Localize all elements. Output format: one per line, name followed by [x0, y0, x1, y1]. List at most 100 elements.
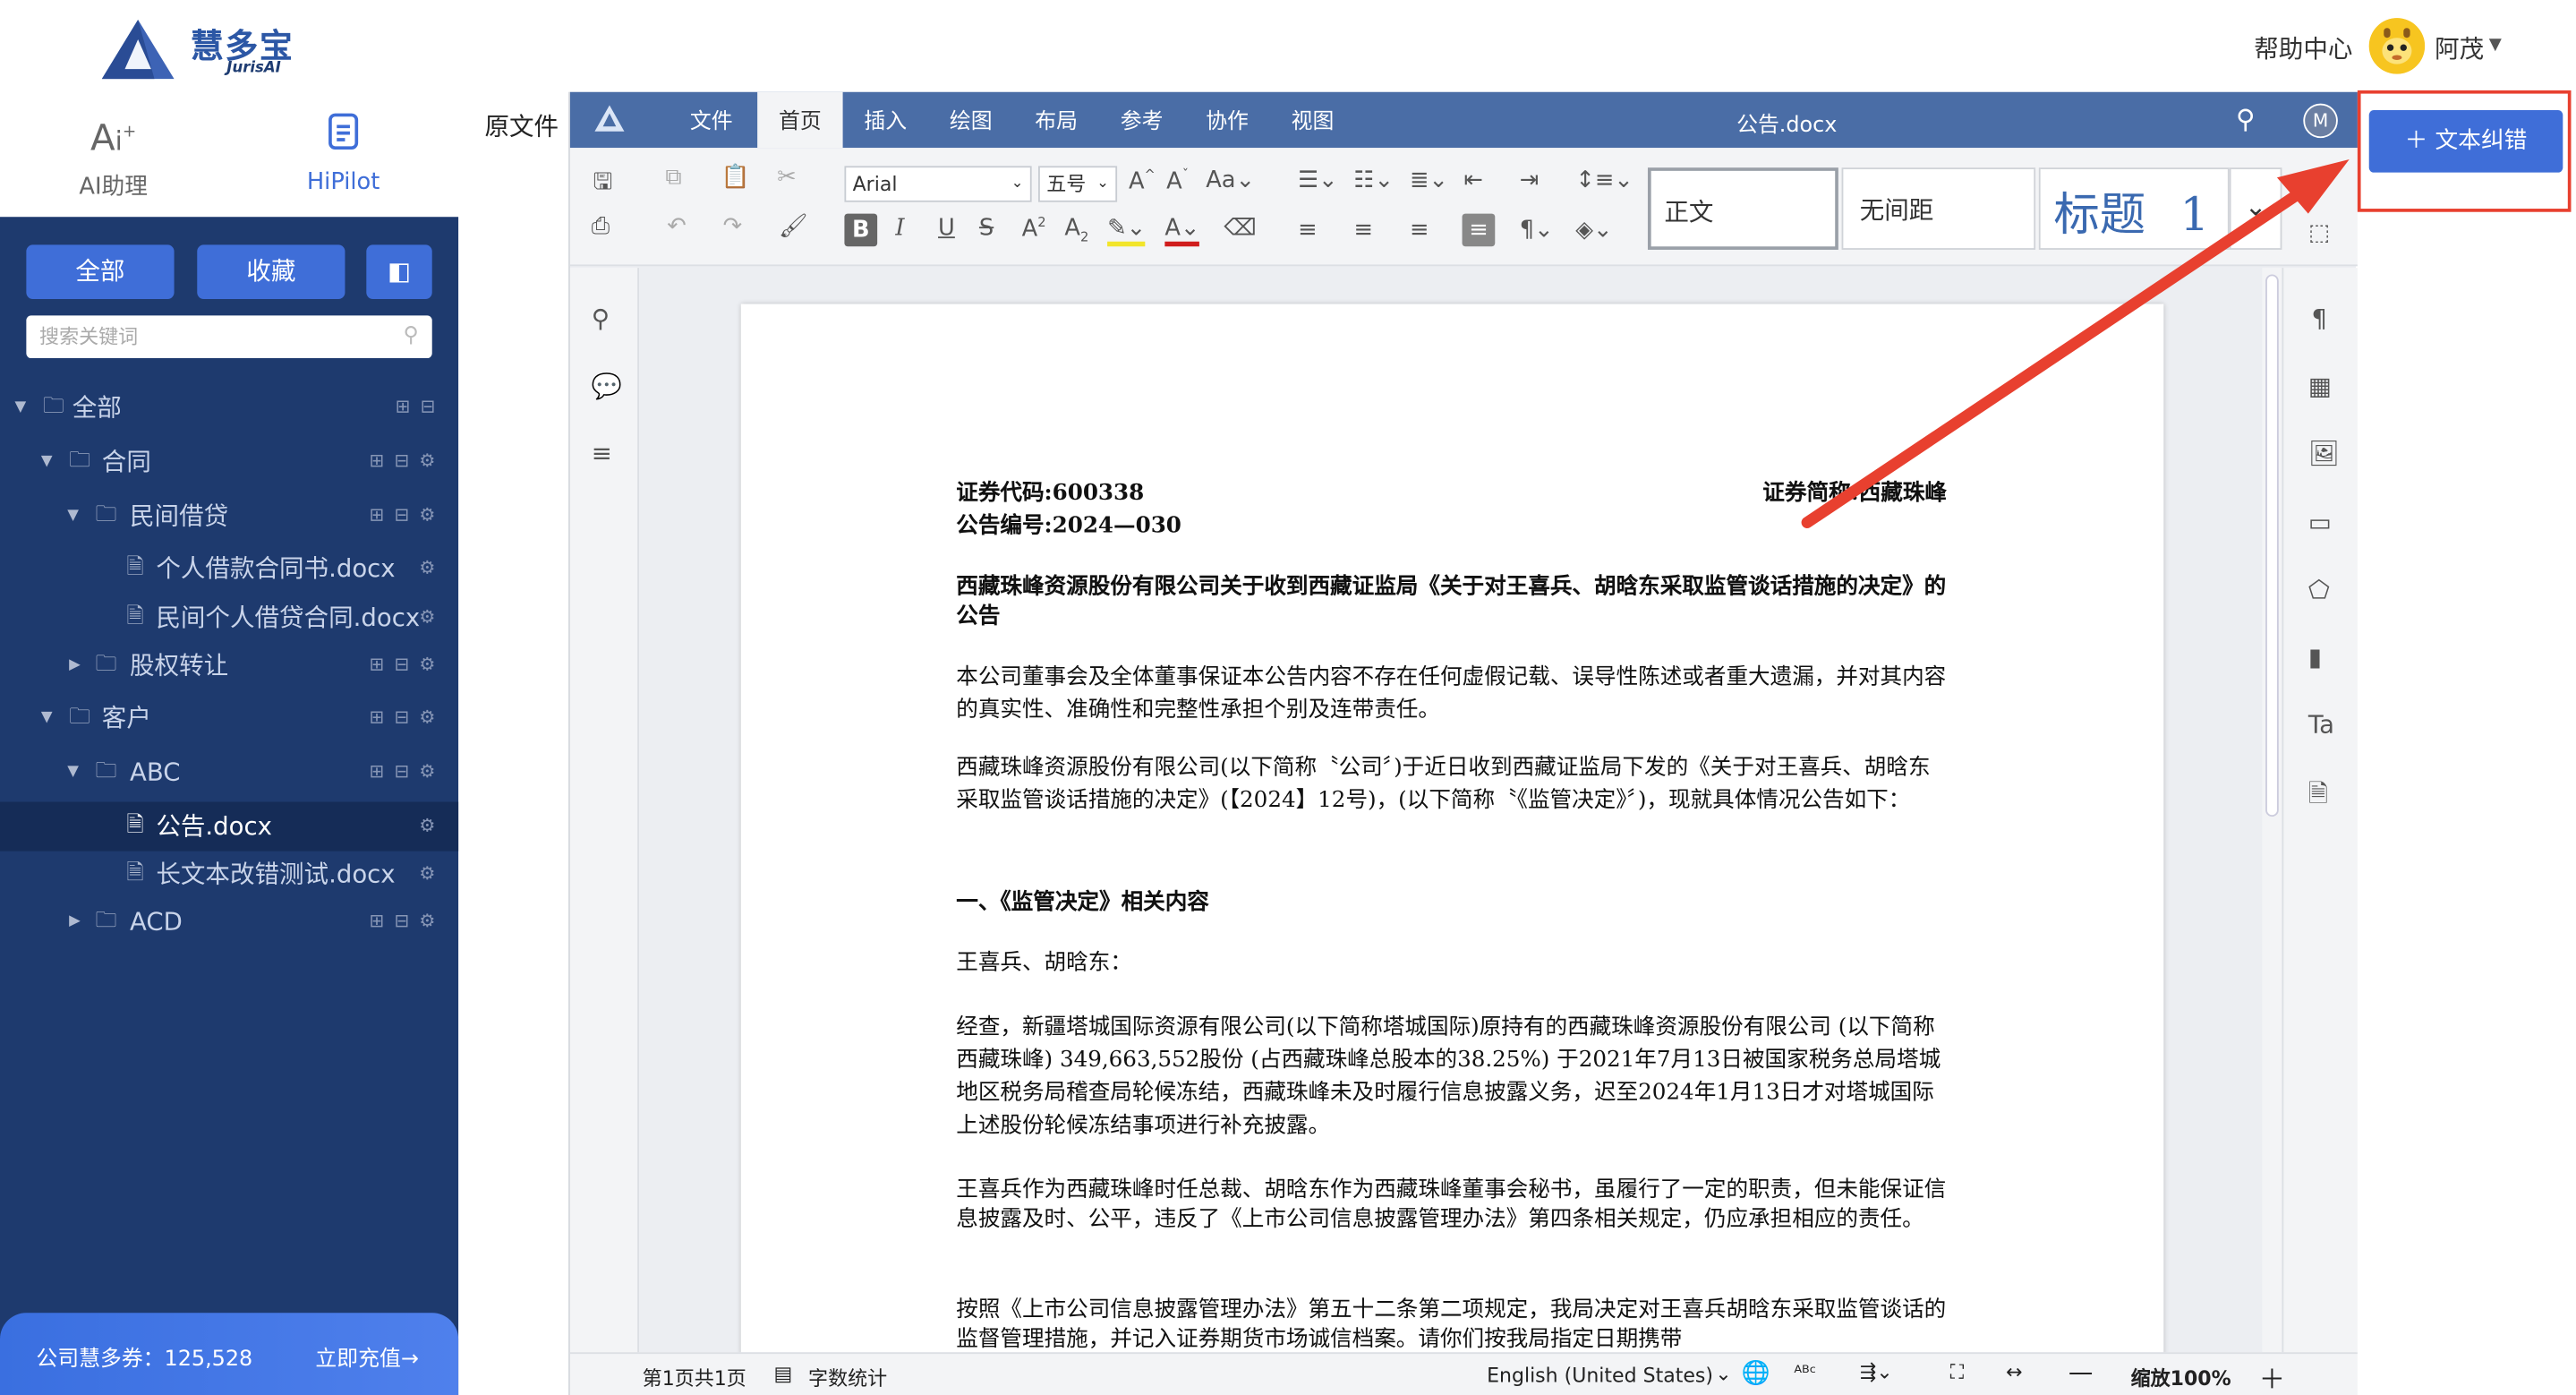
clear-format-icon[interactable]: ⌫	[1224, 215, 1256, 241]
user-initial-badge[interactable]: M	[2303, 103, 2338, 139]
increase-indent-icon[interactable]: ⇥	[1520, 167, 1540, 193]
settings-icon[interactable]: ⚙	[419, 593, 445, 642]
style-normal[interactable]: 正文	[1647, 167, 1838, 250]
shape-icon[interactable]: ⬠	[2308, 575, 2330, 604]
search-icon[interactable]: ⚲	[2236, 104, 2256, 135]
tree-folder-acd[interactable]: ▶ 🗀 ACD ⊞⊟⚙	[0, 897, 458, 946]
decrease-indent-icon[interactable]: ⇤	[1463, 167, 1483, 193]
multilevel-list-icon[interactable]: ≣⌄	[1410, 167, 1448, 193]
font-color-icon[interactable]: A⌄	[1164, 215, 1200, 247]
settings-icon[interactable]: ⚙	[419, 850, 445, 899]
style-no-spacing[interactable]: 无间距	[1841, 167, 2036, 250]
caret-down-icon[interactable]: ▼	[67, 748, 79, 797]
tab-home[interactable]: 首页	[757, 91, 843, 149]
caret-down-icon[interactable]: ▼	[41, 437, 53, 486]
mail-merge-icon[interactable]: 🗎	[2308, 777, 2328, 818]
paragraph-icon[interactable]: ¶	[2311, 304, 2327, 333]
image-icon[interactable]: 🖼	[2308, 439, 2340, 468]
folder-actions-icon[interactable]: ⊞⊟	[396, 383, 446, 432]
shading-icon[interactable]: ◈⌄	[1575, 217, 1612, 243]
favorites-button[interactable]: 收藏	[197, 244, 345, 299]
avatar[interactable]	[2368, 18, 2426, 74]
folder-actions-icon[interactable]: ⊞⊟⚙	[369, 897, 445, 946]
folder-actions-icon[interactable]: ⊞⊟⚙	[369, 693, 445, 742]
tree-folder-abc[interactable]: ▼ 🗀 ABC ⊞⊟⚙	[0, 748, 458, 797]
superscript-icon[interactable]: A2	[1022, 215, 1046, 243]
zoom-level[interactable]: 缩放100%	[2131, 1364, 2231, 1391]
tab-file[interactable]: 文件	[672, 92, 751, 148]
tree-folder-all[interactable]: ▼ 🗀 全部 ⊞⊟	[0, 383, 458, 432]
tree-folder-equity-transfer[interactable]: ▶ 🗀 股权转让 ⊞⊟⚙	[0, 641, 458, 690]
tab-layout[interactable]: 布局	[1017, 92, 1096, 148]
italic-icon[interactable]: I	[895, 215, 904, 241]
outline-icon[interactable]: ≡	[592, 439, 612, 468]
folder-actions-icon[interactable]: ⊞⊟⚙	[369, 748, 445, 797]
tab-collaborate[interactable]: 协作	[1188, 92, 1267, 148]
tree-file[interactable]: 🗎 民间个人借贷合同.docx ⚙	[0, 593, 458, 642]
settings-icon[interactable]: ⚙	[419, 802, 445, 852]
document-page[interactable]: 证券代码:600338 证券简称:西藏珠峰 公告编号:2024—030 西藏珠峰…	[740, 304, 2164, 1356]
change-case-icon[interactable]: Aa⌄	[1206, 167, 1255, 193]
style-heading-1[interactable]: 标题 1	[2038, 167, 2230, 250]
caret-right-icon[interactable]: ▶	[69, 897, 81, 946]
cut-icon[interactable]: ✂	[777, 165, 797, 191]
tree-file-selected[interactable]: 🗎 公告.docx ⚙	[0, 801, 459, 852]
grow-font-icon[interactable]: A^	[1129, 167, 1156, 195]
folder-actions-icon[interactable]: ⊞⊟⚙	[369, 492, 445, 541]
folder-actions-icon[interactable]: ⊞⊟⚙	[369, 437, 445, 486]
justify-icon[interactable]: ≡	[1462, 213, 1496, 247]
tree-folder-private-lending[interactable]: ▼ 🗀 民间借贷 ⊞⊟⚙	[0, 492, 458, 541]
format-painter-icon[interactable]: 🖌	[779, 214, 808, 240]
origin-file-label[interactable]: 原文件	[484, 108, 559, 143]
tree-file[interactable]: 🗎 长文本改错测试.docx ⚙	[0, 850, 458, 899]
search-input[interactable]: 搜索关键词 ⚲	[26, 315, 432, 359]
brand-logo[interactable]: 慧多宝 JurisAI	[98, 13, 312, 82]
line-spacing-icon[interactable]: ↕≡⌄	[1575, 167, 1633, 193]
chevron-down-icon[interactable]: ▼	[2489, 36, 2502, 54]
tree-folder-contract[interactable]: ▼ 🗀 合同 ⊞⊟⚙	[0, 437, 458, 486]
caret-down-icon[interactable]: ▼	[15, 383, 27, 432]
comment-icon[interactable]: 💬	[592, 372, 622, 401]
tree-file[interactable]: 🗎 个人借款合同书.docx ⚙	[0, 543, 458, 593]
select-icon[interactable]: ⬚	[2308, 220, 2330, 246]
align-right-icon[interactable]: ≡	[1410, 217, 1429, 243]
align-left-icon[interactable]: ≡	[1298, 217, 1318, 243]
tab-ai-assistant[interactable]: Ai+ AI助理	[23, 112, 204, 203]
all-button[interactable]: 全部	[26, 244, 175, 299]
tab-insert[interactable]: 插入	[846, 92, 925, 148]
bold-icon[interactable]: B	[844, 213, 878, 247]
paste-icon[interactable]: 📋	[721, 165, 750, 191]
fit-page-icon[interactable]: ⛶	[1950, 1360, 1964, 1385]
username[interactable]: 阿茂	[2435, 31, 2484, 66]
scrollbar-thumb[interactable]	[2265, 274, 2279, 817]
text-correction-button[interactable]: ＋ 文本纠错	[2368, 109, 2563, 173]
word-count-button[interactable]: 字数统计	[808, 1364, 887, 1391]
track-changes-icon[interactable]: ⇶⌄	[1860, 1360, 1893, 1383]
subscript-icon[interactable]: A2	[1064, 215, 1088, 244]
tab-view[interactable]: 视图	[1273, 92, 1352, 148]
tab-draw[interactable]: 绘图	[932, 92, 1011, 148]
strikethrough-icon[interactable]: S	[979, 215, 994, 241]
tab-references[interactable]: 参考	[1103, 92, 1181, 148]
settings-icon[interactable]: ⚙	[419, 543, 445, 593]
highlight-icon[interactable]: ✎⌄	[1107, 215, 1147, 247]
caret-down-icon[interactable]: ▼	[41, 693, 53, 742]
save-icon[interactable]: 🖫	[593, 165, 613, 204]
numbered-list-icon[interactable]: ☷⌄	[1353, 167, 1394, 193]
print-icon[interactable]: ⎙	[592, 214, 610, 240]
word-count-icon[interactable]: ▤	[774, 1362, 793, 1385]
styles-expand-button[interactable]: ⌄	[2229, 167, 2282, 250]
font-size-select[interactable]: 五号 ⌄	[1038, 166, 1118, 202]
copy-icon[interactable]: ⧉	[665, 165, 681, 191]
caret-down-icon[interactable]: ▼	[67, 492, 79, 541]
folder-actions-icon[interactable]: ⊞⊟⚙	[369, 641, 445, 690]
globe-icon[interactable]: 🌐	[1742, 1360, 1770, 1386]
shrink-font-icon[interactable]: Aˇ	[1166, 167, 1189, 195]
underline-icon[interactable]: U	[938, 215, 955, 241]
align-center-icon[interactable]: ≡	[1353, 217, 1373, 243]
bullet-list-icon[interactable]: ☰⌄	[1298, 167, 1338, 193]
zoom-out-button[interactable]: —	[2068, 1357, 2094, 1387]
header-footer-icon[interactable]: ▭	[2308, 508, 2332, 537]
text-art-icon[interactable]: Ta	[2308, 710, 2334, 740]
undo-icon[interactable]: ↶	[667, 214, 687, 240]
